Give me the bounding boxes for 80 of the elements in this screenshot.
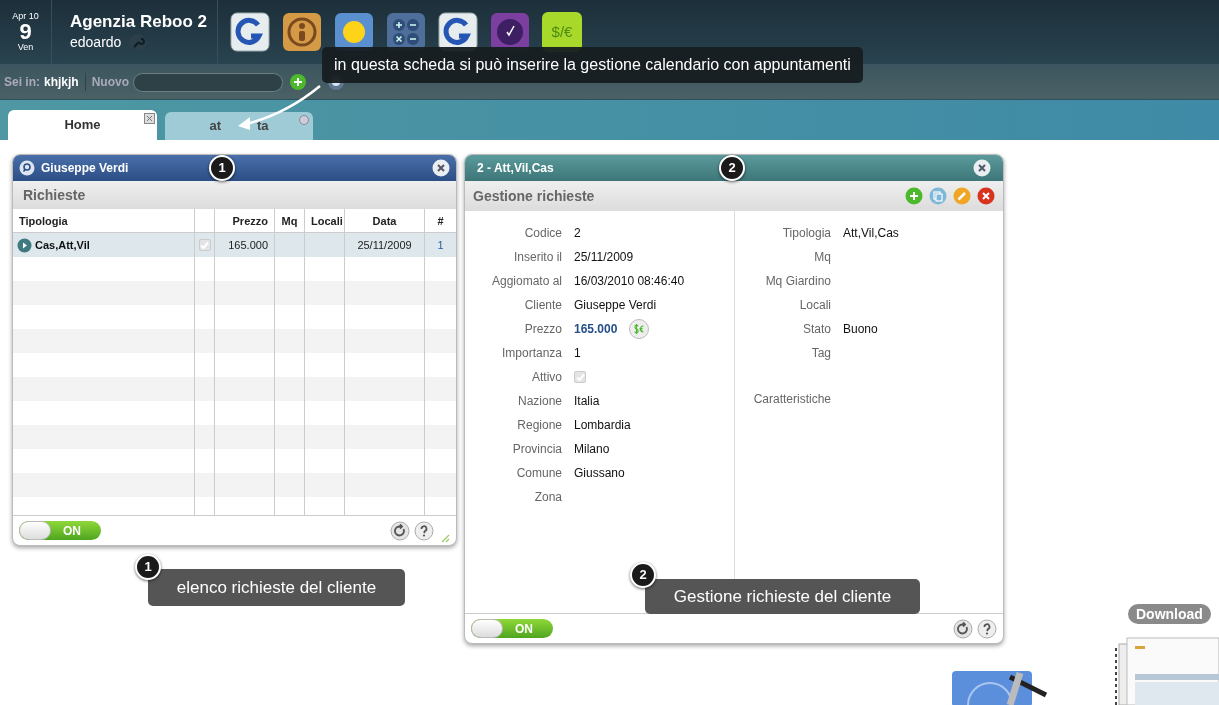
field-label: Nazione — [516, 393, 562, 410]
close-icon[interactable] — [973, 159, 991, 177]
location-label: Sei in: — [4, 74, 40, 91]
field-value: Italia — [574, 393, 600, 410]
date-weekday: Ven — [17, 43, 34, 52]
search-icon[interactable] — [19, 160, 35, 176]
help-icon[interactable] — [977, 618, 997, 639]
field-label: Tipologia — [781, 225, 831, 242]
field-value: Milano — [574, 441, 610, 458]
refresh-icon[interactable] — [390, 520, 410, 541]
field-label: Zona — [533, 489, 562, 506]
tooltip: in questa scheda si può inserire la gestione calendario con appuntamenti — [322, 47, 863, 83]
tab[interactable]: Home — [8, 110, 157, 140]
column-header[interactable]: Locali — [311, 215, 343, 227]
field-label: Provincia — [511, 441, 562, 458]
arrow-icon — [236, 84, 322, 132]
field-label: Stato — [801, 321, 831, 338]
field-value: 16/03/2010 08:46:40 — [574, 273, 685, 290]
contacts-app-button[interactable] — [282, 12, 322, 52]
field-value: 165.000 — [574, 321, 618, 338]
add-icon[interactable] — [289, 73, 308, 91]
callout-bubble: Gestione richieste del cliente — [645, 579, 920, 614]
delete-icon[interactable] — [977, 187, 995, 205]
status-dot-icon — [299, 115, 309, 125]
panel-title: Giuseppe Verdi — [41, 160, 129, 177]
new-label: Nuovo — [91, 74, 130, 91]
field-label: Inserito il — [512, 249, 562, 266]
google-app-button[interactable] — [230, 12, 270, 52]
play-icon[interactable] — [17, 237, 32, 253]
field-label: Mq Giardino — [764, 273, 831, 290]
column-header[interactable]: Data — [372, 215, 397, 227]
table-cell: 25/11/2009 — [357, 239, 412, 251]
field-label: Prezzo — [523, 321, 562, 338]
currency-icon[interactable] — [629, 319, 650, 339]
table-cell: 165.000 — [228, 239, 268, 251]
field-label: Mq — [813, 249, 831, 266]
panel-title: 2 - Att,Vil,Cas — [477, 160, 554, 177]
column-header[interactable]: Tipologia — [19, 215, 68, 227]
field-value: Att,Vil,Cas — [843, 225, 899, 242]
field-value: Giuseppe Verdi — [574, 297, 657, 314]
callout-number: 1 — [135, 554, 161, 580]
field-label: Codice — [523, 225, 562, 242]
field-label: Regione — [516, 417, 562, 434]
column-header[interactable]: Prezzo — [232, 215, 268, 227]
table-cell-text: Cas,Att,Vil — [35, 237, 90, 253]
table-row[interactable]: Cas,Att,Vil 165.000 25/11/2009 1 — [13, 233, 456, 257]
resize-grip-icon[interactable] — [440, 533, 450, 543]
field-value: 1 — [574, 345, 581, 362]
field-label: Locali — [798, 297, 831, 314]
field-value: Buono — [843, 321, 878, 338]
field-value: Giussano — [574, 465, 625, 482]
field-label: Caratteristiche — [752, 391, 831, 408]
refresh-icon[interactable] — [953, 618, 973, 639]
app-title: Agenzia Reboo 2 — [70, 10, 208, 33]
field-value: 25/11/2009 — [574, 249, 634, 266]
field-label: Aggiomato al — [490, 273, 562, 290]
checkbox[interactable] — [574, 371, 586, 383]
download-label: Download — [1128, 604, 1211, 624]
date-month: Apr 10 — [12, 12, 39, 21]
user-name: edoardo — [70, 33, 122, 53]
location-value: khjkjh — [44, 73, 86, 91]
close-icon[interactable] — [144, 113, 155, 124]
close-icon[interactable] — [432, 159, 450, 177]
field-label: Attivo — [531, 369, 562, 386]
column-header[interactable]: Mq — [281, 215, 298, 227]
tab[interactable]: at ta — [165, 112, 313, 140]
date-day: 9 — [19, 21, 32, 43]
help-icon[interactable] — [414, 520, 434, 541]
new-item-field[interactable] — [133, 72, 284, 92]
field-value: 2 — [574, 225, 581, 242]
panel-subtitle: Richieste — [13, 181, 456, 209]
field-label: Importanza — [500, 345, 562, 362]
field-label: Cliente — [523, 297, 562, 314]
field-value: Lombardia — [574, 417, 631, 434]
field-label: Tag — [810, 345, 831, 362]
table-cell: 1 — [437, 239, 444, 251]
panel-subtitle: Gestione richieste — [473, 186, 596, 206]
column-header[interactable]: # — [437, 215, 444, 227]
field-label: Comune — [515, 465, 562, 482]
checkbox[interactable] — [198, 239, 211, 251]
